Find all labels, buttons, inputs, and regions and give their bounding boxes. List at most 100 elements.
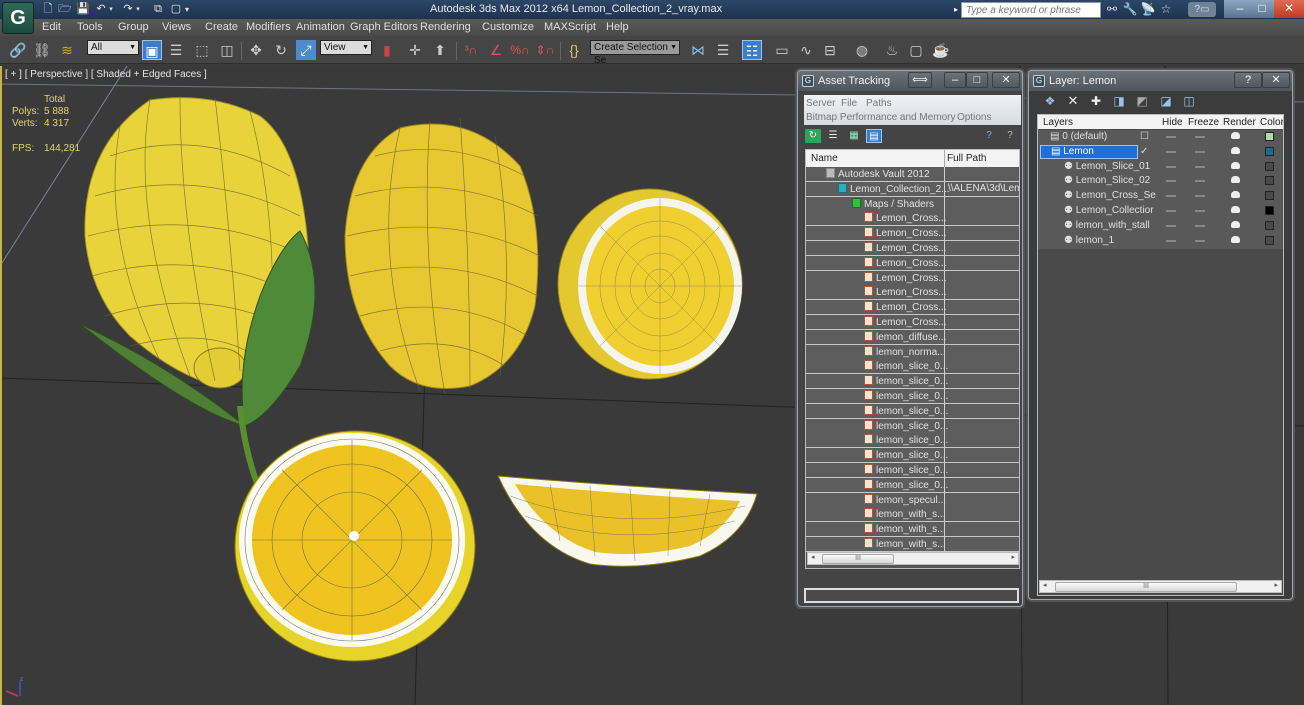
scrollbar-thumb[interactable]: III: [822, 554, 894, 564]
rectangular-selection-icon[interactable]: ⬚: [192, 40, 212, 60]
layer-color-swatch[interactable]: [1265, 235, 1274, 245]
scroll-left-icon[interactable]: ◂: [811, 553, 815, 561]
freeze-toggle[interactable]: [1195, 180, 1205, 183]
asset-status-field[interactable]: [804, 588, 1019, 603]
material-editor-icon[interactable]: ◍: [852, 40, 872, 60]
rotate-icon[interactable]: ↻: [271, 40, 291, 60]
asset-row[interactable]: Lemon_Cross...: [806, 211, 1019, 227]
asset-row[interactable]: Lemon_Cross...: [806, 315, 1019, 330]
asset-row[interactable]: lemon_slice_0...: [806, 463, 1019, 478]
add-to-layer-icon[interactable]: ✚: [1088, 94, 1104, 108]
horizontal-scrollbar[interactable]: ◂ III ▸: [1039, 580, 1282, 593]
list-view-icon[interactable]: ☰: [825, 129, 841, 143]
create-layer-icon[interactable]: ❖: [1042, 94, 1058, 108]
asset-row[interactable]: Maps / Shaders: [806, 196, 1019, 212]
horizontal-scrollbar[interactable]: ◂ III ▸: [807, 552, 1019, 565]
project-icon[interactable]: ▢: [168, 2, 184, 17]
freeze-toggle[interactable]: [1195, 165, 1205, 168]
asset-row[interactable]: lemon_slice_0...: [806, 389, 1019, 404]
link-icon[interactable]: 🔗: [8, 40, 28, 60]
asset-row[interactable]: Lemon_Cross...: [806, 226, 1019, 242]
render-teapot-icon[interactable]: [1231, 146, 1240, 154]
hide-toggle[interactable]: [1166, 136, 1176, 138]
layer-object-row[interactable]: ⚉ Lemon_Slice_01: [1038, 159, 1283, 175]
menu-bitmap-performance[interactable]: Bitmap Performance and Memory: [806, 112, 956, 123]
undo-dropdown-icon[interactable]: ▾: [107, 2, 115, 17]
graphite-ribbon-icon[interactable]: ▭: [772, 40, 792, 60]
communication-center-icon[interactable]: 📡: [1140, 2, 1156, 17]
layer-color-swatch[interactable]: [1265, 191, 1274, 201]
scrollbar-thumb[interactable]: III: [1055, 582, 1237, 592]
column-freeze[interactable]: Freeze: [1188, 117, 1219, 128]
new-icon[interactable]: 🗋: [40, 2, 56, 17]
asset-row[interactable]: lemon_slice_0...: [806, 403, 1019, 419]
window-crossing-icon[interactable]: ◫: [217, 40, 237, 60]
asset-row[interactable]: Lemon_Cross...: [806, 255, 1019, 271]
search-expand-icon[interactable]: ▸: [952, 2, 960, 17]
freeze-toggle[interactable]: [1195, 210, 1205, 212]
refresh-icon[interactable]: ↻: [805, 129, 821, 143]
freeze-toggle[interactable]: [1195, 136, 1205, 138]
scroll-right-icon[interactable]: ▸: [1274, 581, 1278, 589]
layer-color-swatch[interactable]: [1265, 161, 1274, 171]
freeze-all-icon[interactable]: ◫: [1181, 94, 1197, 108]
layer-object-row[interactable]: ⚉ lemon_1: [1038, 233, 1283, 249]
help-icon[interactable]: ?: [981, 129, 997, 143]
current-layer-toggle[interactable]: ☐: [1140, 131, 1149, 142]
render-teapot-icon[interactable]: [1231, 235, 1240, 243]
menu-create[interactable]: Create: [205, 21, 238, 33]
asset-row[interactable]: Lemon_Cross...: [806, 241, 1019, 256]
scroll-left-icon[interactable]: ◂: [1043, 581, 1047, 589]
close-button[interactable]: ✕: [1262, 72, 1290, 88]
asset-row[interactable]: lemon_slice_0...: [806, 433, 1019, 449]
layer-color-swatch[interactable]: [1265, 220, 1274, 230]
scale-icon[interactable]: ⤢: [296, 40, 316, 60]
redo-dropdown-icon[interactable]: ▾: [134, 2, 142, 17]
asset-row[interactable]: Lemon_Cross...: [806, 285, 1019, 301]
layer-row[interactable]: ▤ 0 (default) ☐: [1038, 130, 1283, 145]
percent-snap-icon[interactable]: %∩: [510, 40, 530, 60]
layer-object-row[interactable]: ⚉ lemon_with_stall: [1038, 218, 1283, 234]
hide-toggle[interactable]: [1166, 165, 1176, 168]
render-production-icon[interactable]: ☕: [931, 40, 951, 60]
asset-row[interactable]: Autodesk Vault 2012: [806, 167, 1019, 182]
align-icon[interactable]: ☰: [713, 40, 733, 60]
delete-layer-icon[interactable]: ✕: [1065, 94, 1081, 108]
layer-object-row[interactable]: ⚉ Lemon_Slice_02: [1038, 174, 1283, 190]
edit-named-selection-icon[interactable]: {}: [564, 40, 584, 60]
named-selection-sets-dropdown[interactable]: Create Selection Se: [590, 40, 680, 66]
layer-object-row[interactable]: ⚉ Lemon_Cross_Se: [1038, 189, 1283, 205]
minimize-button[interactable]: –: [944, 72, 966, 88]
render-setup-icon[interactable]: ♨: [882, 40, 902, 60]
layer-manager-titlebar[interactable]: G Layer: Lemon ? ✕: [1029, 71, 1292, 91]
asset-row[interactable]: lemon_slice_0...: [806, 418, 1019, 434]
asset-row[interactable]: lemon_slice_0...: [806, 477, 1019, 493]
freeze-toggle[interactable]: [1195, 150, 1205, 153]
open-icon[interactable]: 🗁: [57, 2, 73, 17]
pivot-center-icon[interactable]: ▮: [377, 40, 397, 60]
hide-toggle[interactable]: [1166, 180, 1176, 183]
asset-row[interactable]: Lemon_Cross...: [806, 300, 1019, 316]
column-layers[interactable]: Layers: [1043, 117, 1073, 128]
menu-paths[interactable]: Paths: [866, 98, 892, 109]
menu-file[interactable]: File: [841, 98, 857, 109]
layer-object-row[interactable]: ⚉ Lemon_Collectior: [1038, 204, 1283, 219]
select-manipulate-icon[interactable]: ✛: [405, 40, 425, 60]
unlink-icon[interactable]: ⛓: [32, 40, 52, 60]
binoculars-icon[interactable]: ⚯: [1104, 2, 1120, 17]
menu-customize[interactable]: Customize: [482, 21, 534, 33]
current-layer-toggle[interactable]: ✓: [1140, 146, 1148, 157]
menu-server[interactable]: Server: [806, 98, 835, 109]
app-logo-button[interactable]: G: [2, 2, 34, 34]
freeze-toggle[interactable]: [1195, 195, 1205, 198]
menu-views[interactable]: Views: [162, 21, 191, 33]
menu-group[interactable]: Group: [118, 21, 149, 33]
layer-color-swatch[interactable]: [1265, 132, 1274, 141]
layer-manager-icon[interactable]: ☷: [742, 40, 762, 60]
schematic-view-icon[interactable]: ⊟: [820, 40, 840, 60]
hide-toggle[interactable]: [1166, 239, 1176, 242]
hide-toggle[interactable]: [1166, 150, 1176, 153]
context-help-icon[interactable]: ?: [1002, 129, 1018, 143]
asset-row[interactable]: lemon_diffuse...: [806, 329, 1019, 345]
column-name[interactable]: Name: [811, 153, 838, 164]
